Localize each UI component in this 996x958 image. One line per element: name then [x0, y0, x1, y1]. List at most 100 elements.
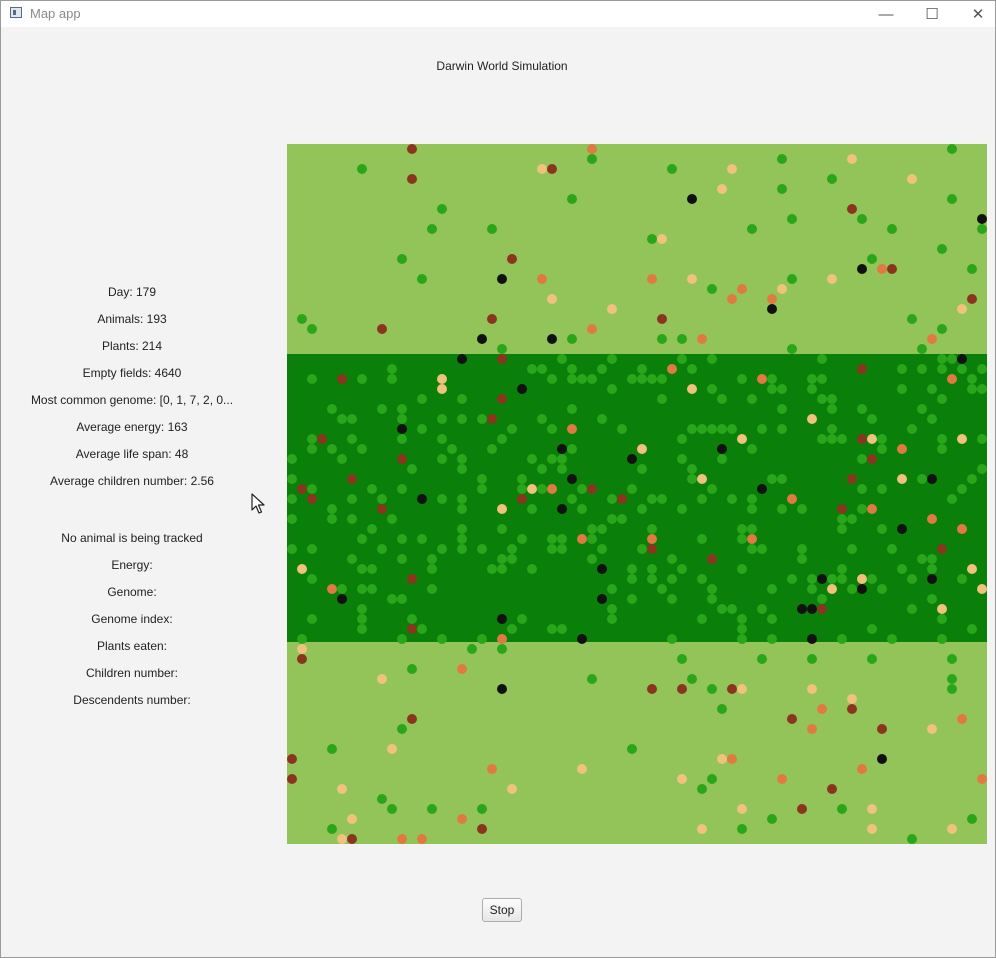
animal-low-energy[interactable]	[957, 434, 967, 444]
animal-mid-energy[interactable]	[957, 524, 967, 534]
animal-high-energy[interactable]	[397, 454, 407, 464]
animal-high-energy[interactable]	[937, 544, 947, 554]
animal-mid-energy[interactable]	[417, 834, 427, 844]
animal-high-energy[interactable]	[317, 434, 327, 444]
animal-low-energy[interactable]	[537, 164, 547, 174]
animal-top-energy[interactable]	[477, 334, 487, 344]
animal-high-energy[interactable]	[407, 174, 417, 184]
animal-mid-energy[interactable]	[587, 144, 597, 154]
animal-low-energy[interactable]	[867, 804, 877, 814]
close-button[interactable]: ✕	[955, 1, 996, 27]
animal-high-energy[interactable]	[407, 714, 417, 724]
animal-low-energy[interactable]	[687, 384, 697, 394]
animal-high-energy[interactable]	[837, 504, 847, 514]
animal-mid-energy[interactable]	[547, 484, 557, 494]
animal-top-energy[interactable]	[877, 754, 887, 764]
animal-high-energy[interactable]	[497, 354, 507, 364]
animal-high-energy[interactable]	[377, 504, 387, 514]
animal-mid-energy[interactable]	[947, 374, 957, 384]
animal-low-energy[interactable]	[977, 584, 987, 594]
animal-mid-energy[interactable]	[647, 274, 657, 284]
animal-low-energy[interactable]	[867, 434, 877, 444]
animal-mid-energy[interactable]	[537, 274, 547, 284]
animal-high-energy[interactable]	[847, 204, 857, 214]
animal-low-energy[interactable]	[437, 384, 447, 394]
animal-top-energy[interactable]	[717, 444, 727, 454]
animal-mid-energy[interactable]	[647, 534, 657, 544]
animal-top-energy[interactable]	[497, 684, 507, 694]
animal-high-energy[interactable]	[287, 754, 297, 764]
animal-mid-energy[interactable]	[977, 774, 987, 784]
animal-low-energy[interactable]	[697, 474, 707, 484]
animal-low-energy[interactable]	[347, 814, 357, 824]
animal-top-energy[interactable]	[857, 264, 867, 274]
animal-mid-energy[interactable]	[577, 534, 587, 544]
animal-top-energy[interactable]	[557, 444, 567, 454]
animal-top-energy[interactable]	[597, 594, 607, 604]
animal-low-energy[interactable]	[737, 434, 747, 444]
animal-low-energy[interactable]	[957, 304, 967, 314]
animal-top-energy[interactable]	[627, 454, 637, 464]
animal-low-energy[interactable]	[737, 684, 747, 694]
animal-top-energy[interactable]	[797, 604, 807, 614]
animal-high-energy[interactable]	[647, 684, 657, 694]
animal-mid-energy[interactable]	[817, 704, 827, 714]
animal-high-energy[interactable]	[307, 494, 317, 504]
animal-low-energy[interactable]	[337, 784, 347, 794]
animal-high-energy[interactable]	[287, 774, 297, 784]
animal-low-energy[interactable]	[337, 834, 347, 844]
minimize-button[interactable]: —	[863, 1, 909, 27]
animal-mid-energy[interactable]	[897, 444, 907, 454]
animal-top-energy[interactable]	[977, 214, 987, 224]
animal-mid-energy[interactable]	[877, 264, 887, 274]
animal-top-energy[interactable]	[397, 424, 407, 434]
animal-mid-energy[interactable]	[457, 664, 467, 674]
animal-low-energy[interactable]	[737, 804, 747, 814]
animal-low-energy[interactable]	[927, 724, 937, 734]
animal-low-energy[interactable]	[637, 444, 647, 454]
animal-low-energy[interactable]	[297, 644, 307, 654]
animal-mid-energy[interactable]	[727, 294, 737, 304]
animal-top-energy[interactable]	[927, 474, 937, 484]
animal-mid-energy[interactable]	[757, 374, 767, 384]
animal-low-energy[interactable]	[807, 414, 817, 424]
animal-low-energy[interactable]	[297, 564, 307, 574]
animal-high-energy[interactable]	[857, 364, 867, 374]
animal-top-energy[interactable]	[547, 334, 557, 344]
animal-mid-energy[interactable]	[327, 584, 337, 594]
animal-high-energy[interactable]	[407, 624, 417, 634]
animal-low-energy[interactable]	[697, 824, 707, 834]
animal-top-energy[interactable]	[457, 354, 467, 364]
animal-top-energy[interactable]	[557, 504, 567, 514]
animal-top-energy[interactable]	[497, 274, 507, 284]
animal-high-energy[interactable]	[817, 604, 827, 614]
animal-mid-energy[interactable]	[927, 514, 937, 524]
animal-low-energy[interactable]	[717, 184, 727, 194]
animal-top-energy[interactable]	[497, 614, 507, 624]
animal-high-energy[interactable]	[877, 724, 887, 734]
animal-mid-energy[interactable]	[497, 634, 507, 644]
animal-top-energy[interactable]	[567, 474, 577, 484]
animal-high-energy[interactable]	[707, 554, 717, 564]
animal-top-energy[interactable]	[767, 304, 777, 314]
animal-top-energy[interactable]	[337, 594, 347, 604]
animal-top-energy[interactable]	[417, 494, 427, 504]
animal-high-energy[interactable]	[647, 544, 657, 554]
animal-mid-energy[interactable]	[767, 294, 777, 304]
animal-high-energy[interactable]	[887, 264, 897, 274]
animal-top-energy[interactable]	[757, 484, 767, 494]
animal-high-energy[interactable]	[797, 804, 807, 814]
animal-high-energy[interactable]	[617, 494, 627, 504]
animal-low-energy[interactable]	[677, 774, 687, 784]
animal-mid-energy[interactable]	[857, 764, 867, 774]
animal-low-energy[interactable]	[847, 694, 857, 704]
animal-low-energy[interactable]	[777, 284, 787, 294]
animal-high-energy[interactable]	[377, 324, 387, 334]
stop-button[interactable]: Stop	[482, 898, 522, 922]
animal-high-energy[interactable]	[487, 414, 497, 424]
animal-high-energy[interactable]	[857, 434, 867, 444]
animal-high-energy[interactable]	[657, 314, 667, 324]
animal-top-energy[interactable]	[517, 384, 527, 394]
animal-top-energy[interactable]	[857, 584, 867, 594]
animal-top-energy[interactable]	[817, 574, 827, 584]
